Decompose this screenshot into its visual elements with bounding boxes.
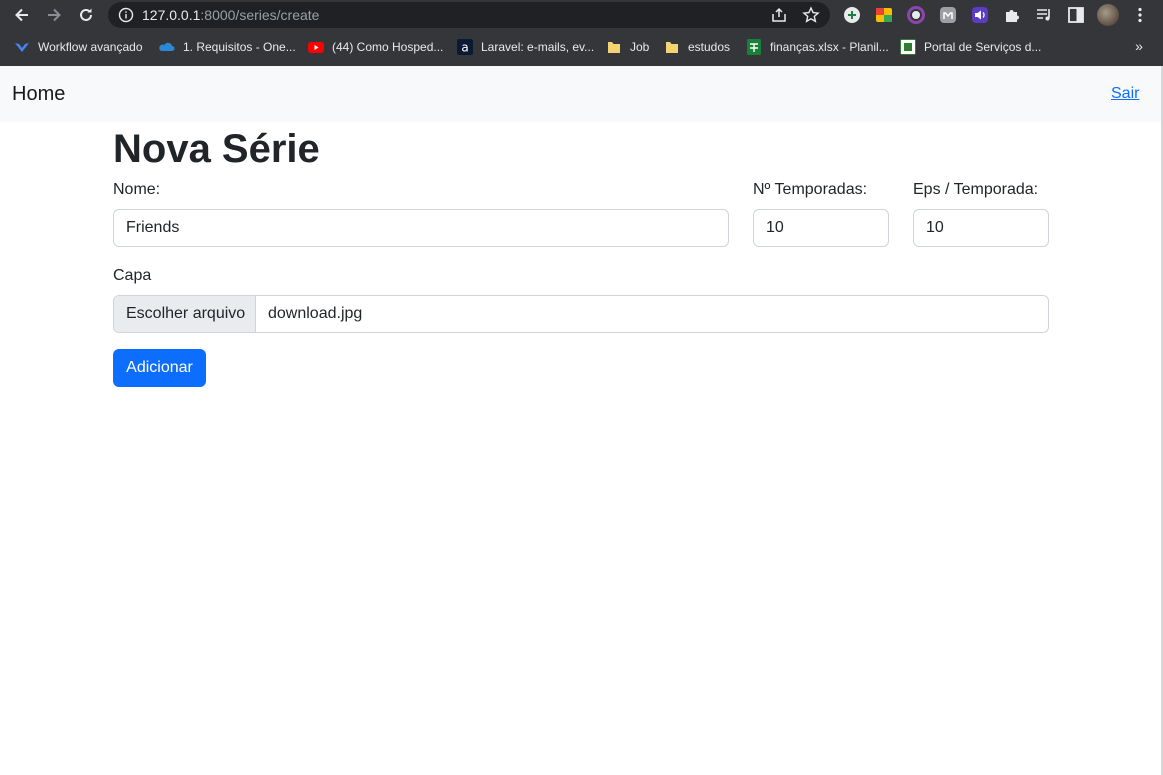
- folder-icon: [608, 42, 620, 53]
- puzzle-icon[interactable]: [1003, 6, 1021, 24]
- bookmarks-bar: Workflow avançado 1. Requisitos - One...…: [0, 34, 1163, 60]
- workflow-icon: [15, 43, 29, 52]
- bookmark-label: estudos: [688, 40, 731, 54]
- reload-button[interactable]: [74, 4, 98, 26]
- arrow-left-icon: [15, 8, 28, 22]
- bookmark-label: Job: [630, 40, 650, 54]
- bookmark-label: Workflow avançado: [38, 40, 143, 54]
- m-extension-icon[interactable]: [939, 6, 957, 24]
- alura-icon: a: [457, 39, 473, 55]
- speaker-extension-icon[interactable]: [971, 6, 989, 24]
- profile-avatar[interactable]: [1097, 4, 1119, 26]
- address-bar[interactable]: 127.0.0.1:8000/series/create: [108, 2, 830, 28]
- episodes-input[interactable]: [913, 209, 1049, 247]
- bookmark-label: finanças.xlsx - Planil...: [770, 40, 889, 54]
- selected-file-name: download.jpg: [268, 305, 363, 322]
- bookmark-label: 1. Requisitos - One...: [183, 40, 296, 54]
- bookmark-requisitos[interactable]: 1. Requisitos - One...: [159, 37, 296, 57]
- bookmark-label: (44) Como Hosped...: [332, 40, 444, 54]
- episodes-label: Eps / Temporada:: [913, 181, 1039, 198]
- add-extension-icon[interactable]: [843, 6, 861, 24]
- bookmarks-more-button[interactable]: »: [1131, 36, 1147, 56]
- browser-toolbar: 127.0.0.1:8000/series/create: [0, 0, 1163, 31]
- page-title: Nova Série: [113, 127, 320, 171]
- bookmark-laravel[interactable]: a Laravel: e-mails, ev...: [457, 37, 594, 57]
- star-icon[interactable]: [802, 6, 820, 24]
- info-icon[interactable]: [118, 7, 134, 23]
- seasons-label: Nº Temporadas:: [753, 181, 868, 198]
- bookmark-youtube[interactable]: (44) Como Hosped...: [308, 37, 443, 57]
- share-icon[interactable]: [770, 6, 788, 24]
- name-input[interactable]: [113, 209, 729, 247]
- url-text: 127.0.0.1:8000/series/create: [142, 7, 319, 23]
- bookmark-label: Laravel: e-mails, ev...: [481, 40, 595, 54]
- back-button[interactable]: [10, 4, 34, 26]
- calendar-extension-icon[interactable]: [875, 6, 893, 24]
- menu-kebab-icon[interactable]: [1131, 6, 1149, 24]
- bookmark-label: Portal de Serviços d...: [924, 40, 1042, 54]
- add-button[interactable]: Adicionar: [113, 349, 206, 387]
- url-path: :8000/series/create: [200, 7, 320, 23]
- bookmark-job[interactable]: Job: [606, 37, 649, 57]
- home-link[interactable]: Home: [12, 82, 65, 106]
- arrow-right-icon: [48, 8, 61, 22]
- side-panel-icon[interactable]: [1067, 6, 1085, 24]
- cover-file-input[interactable]: Escolher arquivo download.jpg: [113, 295, 1049, 333]
- bookmark-estudos[interactable]: estudos: [664, 37, 730, 57]
- svg-text:a: a: [461, 41, 468, 55]
- sheets-icon: [747, 39, 761, 55]
- media-queue-icon[interactable]: [1035, 6, 1053, 24]
- onedrive-icon: [159, 42, 175, 51]
- logout-link[interactable]: Sair: [1111, 84, 1139, 104]
- forward-button[interactable]: [42, 4, 66, 26]
- color-extension-icon[interactable]: [907, 6, 925, 24]
- cover-label: Capa: [113, 267, 152, 284]
- bookmark-workflow[interactable]: Workflow avançado: [14, 37, 143, 57]
- url-host: 127.0.0.1: [142, 7, 201, 23]
- choose-file-button[interactable]: Escolher arquivo: [114, 296, 256, 332]
- name-label: Nome:: [113, 181, 161, 198]
- seasons-input[interactable]: [753, 209, 889, 247]
- portal-icon: [900, 39, 916, 55]
- youtube-icon: [308, 42, 324, 53]
- reload-icon: [80, 8, 92, 21]
- folder-icon: [666, 42, 678, 53]
- bookmark-portal[interactable]: Portal de Serviços d...: [900, 37, 1041, 57]
- bookmark-financas[interactable]: finanças.xlsx - Planil...: [746, 37, 889, 57]
- browser-chrome: 127.0.0.1:8000/series/create Workflow av…: [0, 0, 1163, 66]
- navbar: Home Sair: [0, 66, 1163, 122]
